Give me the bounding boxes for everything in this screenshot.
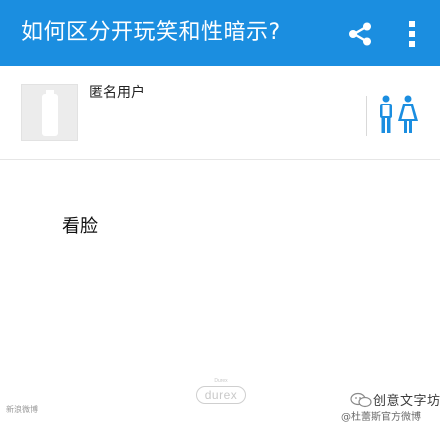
avatar-placeholder-icon xyxy=(41,89,58,136)
brand-name: 创意文字坊 xyxy=(373,394,440,409)
durex-logo-top-text: Durex xyxy=(214,378,228,384)
divider xyxy=(366,96,367,136)
durex-logo: Durex durex xyxy=(194,378,248,408)
more-options-button[interactable] xyxy=(398,14,426,54)
male-female-icon xyxy=(380,95,418,133)
app-bar: 如何区分开玩笑和性暗示? xyxy=(0,0,440,66)
more-vertical-icon xyxy=(409,21,415,47)
share-button[interactable] xyxy=(342,16,378,52)
weibo-watermark: 新浪微博 xyxy=(6,405,38,414)
answer-screen: 如何区分开玩笑和性暗示? 匿名用户 看脸 新浪微博 Durex durex 创意… xyxy=(0,0,440,423)
answer-text: 看脸 xyxy=(62,216,98,237)
page-title: 如何区分开玩笑和性暗示? xyxy=(21,20,281,45)
avatar[interactable] xyxy=(21,84,78,141)
share-icon xyxy=(349,22,371,46)
author-name[interactable]: 匿名用户 xyxy=(89,84,145,102)
durex-logo-text: durex xyxy=(204,388,238,402)
durex-logo-pill: durex xyxy=(196,386,246,404)
brand-handle: @杜蕾斯官方微博 xyxy=(341,412,421,423)
wechat-icon xyxy=(350,392,372,408)
